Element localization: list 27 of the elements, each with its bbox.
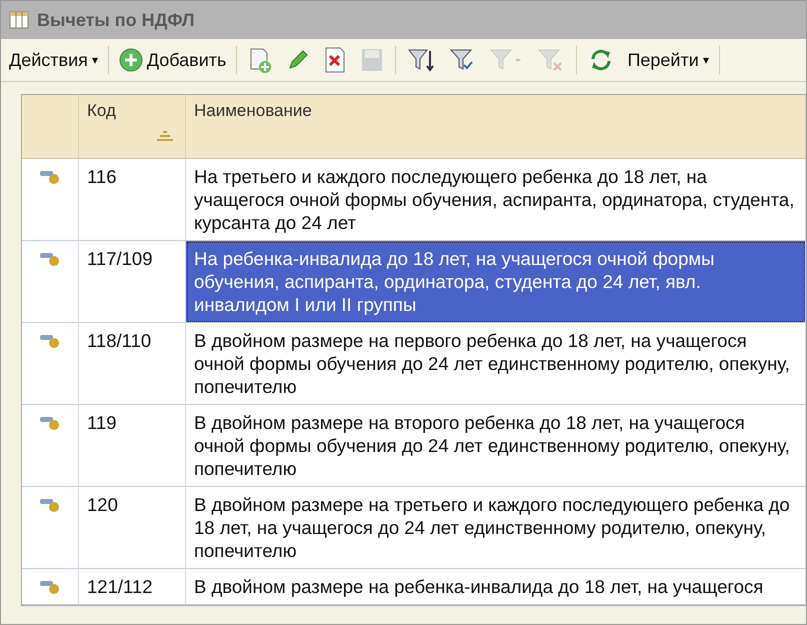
table-cell[interactable]: В двойном размере на второго ребенка до 18 лет, на учащегося очной формы обучения до 24 лет единственному родителю, опекуну, попечителю <box>186 405 806 487</box>
table-cell: 121/112 <box>79 569 186 605</box>
element-icon <box>39 579 61 595</box>
column-label: Код <box>87 101 116 120</box>
table-cell[interactable]: В двойном размере на первого ребенка до 18 лет, на учащегося очной формы обучения до 24 лет единственному родителю, опекуну, попечителю <box>186 323 806 405</box>
column-header[interactable]: Наименование <box>186 95 806 159</box>
table-cell[interactable]: В двойном размере на ребенка-инвалида до 18 лет, на учащегося <box>186 569 806 605</box>
column-header[interactable]: Код <box>79 95 186 159</box>
actions-menu[interactable]: Действия ▾ <box>5 48 102 72</box>
plus-icon <box>118 48 143 72</box>
table-cell[interactable]: В двойном размере на третьего и каждого последующего ребенка до 18 лет, на учащегося до 24 лет единственному родителю, опекуну, попечителю <box>186 487 806 569</box>
element-icon <box>39 497 61 513</box>
table-cell: 116 <box>79 159 186 241</box>
window-title: Вычеты по НДФЛ <box>37 10 195 30</box>
table-cell: 119 <box>79 405 186 487</box>
go-to-menu[interactable]: Перейти ▾ <box>623 48 713 72</box>
element-icon <box>39 415 61 431</box>
column-label: Наименование <box>194 101 312 120</box>
table-cell[interactable]: На ребенка-инвалида до 18 лет, на учащегося очной формы обучения, аспиранта, ординатора, студента до 24 лет, явл. инвалидом I или II группы <box>186 241 806 323</box>
table-icon <box>9 11 29 29</box>
element-icon <box>39 251 61 267</box>
table-cell: 118/110 <box>79 323 186 405</box>
element-icon <box>39 333 61 349</box>
element-icon <box>39 169 61 185</box>
header-cell <box>22 95 79 159</box>
table-cell: 120 <box>79 487 186 569</box>
add-button[interactable]: Добавить <box>114 46 230 74</box>
